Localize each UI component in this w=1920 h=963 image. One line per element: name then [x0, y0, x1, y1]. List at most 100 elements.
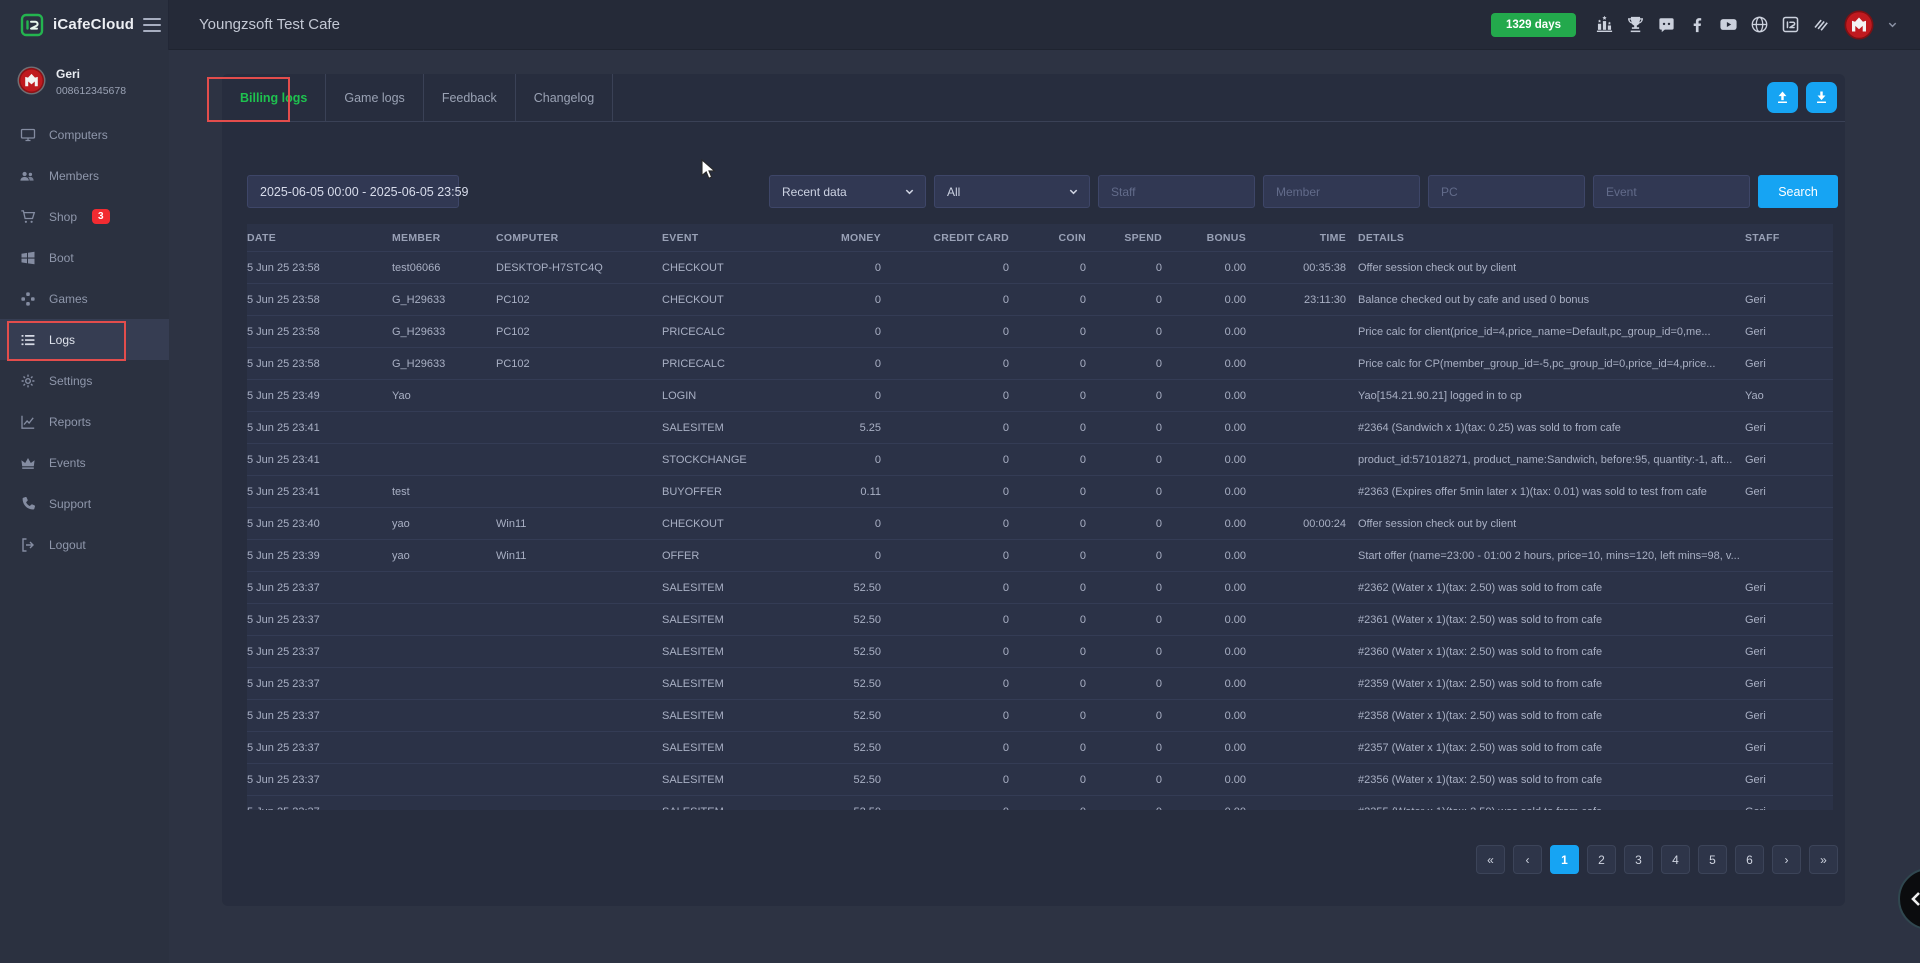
- tabs: Billing logs Game logs Feedback Changelo…: [222, 74, 613, 121]
- cell-staff: Geri: [1745, 486, 1833, 498]
- table-row: 5 Jun 25 23:37 SALESITEM 52.50 0 0 0 0.0…: [247, 763, 1833, 795]
- facebook-icon[interactable]: [1688, 15, 1707, 34]
- sidebar-item-label: Logout: [49, 538, 86, 552]
- ranking-icon[interactable]: [1595, 15, 1614, 34]
- page-button-nav-9[interactable]: ›: [1772, 845, 1801, 874]
- cell-bonus: 0.00: [1162, 326, 1246, 338]
- cell-credit-card: 0: [881, 486, 1009, 498]
- table-row: 5 Jun 25 23:37 SALESITEM 52.50 0 0 0 0.0…: [247, 571, 1833, 603]
- cell-time: 00:35:38: [1246, 262, 1346, 274]
- date-range-input[interactable]: 2025-06-05 00:00 - 2025-06-05 23:59: [247, 175, 459, 208]
- cell-details: Start offer (name=23:00 - 01:00 2 hours,…: [1346, 550, 1745, 562]
- cell-coin: 0: [1009, 710, 1086, 722]
- layers-icon[interactable]: [1812, 15, 1831, 34]
- page-button-6[interactable]: 6: [1735, 845, 1764, 874]
- page-button-nav-2[interactable]: ‹: [1513, 845, 1542, 874]
- table-row: 5 Jun 25 23:58 G_H29633 PC102 PRICECALC …: [247, 315, 1833, 347]
- cell-staff: Geri: [1745, 742, 1833, 754]
- cell-event: SALESITEM: [662, 678, 792, 690]
- cell-time: 23:11:30: [1246, 294, 1346, 306]
- search-button[interactable]: Search: [1758, 175, 1838, 208]
- cell-bonus: 0.00: [1162, 678, 1246, 690]
- cell-bonus: 0.00: [1162, 518, 1246, 530]
- page-button-4[interactable]: 4: [1661, 845, 1690, 874]
- cell-date: 5 Jun 25 23:37: [247, 774, 392, 786]
- sidebar-item-games[interactable]: Games: [0, 278, 169, 319]
- user-avatar-small[interactable]: [17, 66, 46, 95]
- sidebar-item-logout[interactable]: Logout: [0, 524, 169, 565]
- upload-button[interactable]: [1767, 82, 1798, 113]
- table-row: 5 Jun 25 23:39 yao Win11 OFFER 0 0 0 0 0…: [247, 539, 1833, 571]
- event-input[interactable]: [1593, 175, 1750, 208]
- page-button-3[interactable]: 3: [1624, 845, 1653, 874]
- youtube-icon[interactable]: [1719, 15, 1738, 34]
- tab-billing-logs[interactable]: Billing logs: [222, 74, 326, 121]
- cell-computer: Win11: [496, 518, 662, 530]
- sidebar-item-events[interactable]: Events: [0, 442, 169, 483]
- sidebar-item-boot[interactable]: Boot: [0, 237, 169, 278]
- cell-staff: Geri: [1745, 422, 1833, 434]
- cell-staff: Geri: [1745, 710, 1833, 722]
- sidebar-item-settings[interactable]: Settings: [0, 360, 169, 401]
- cell-credit-card: 0: [881, 582, 1009, 594]
- cell-credit-card: 0: [881, 358, 1009, 370]
- cell-credit-card: 0: [881, 646, 1009, 658]
- cell-date: 5 Jun 25 23:37: [247, 806, 392, 811]
- member-input[interactable]: [1263, 175, 1420, 208]
- icafecloud-box-icon[interactable]: [1781, 15, 1800, 34]
- staff-input[interactable]: [1098, 175, 1255, 208]
- cell-credit-card: 0: [881, 774, 1009, 786]
- cell-date: 5 Jun 25 23:41: [247, 454, 392, 466]
- page-button-nav-10[interactable]: »: [1809, 845, 1838, 874]
- discord-icon[interactable]: [1657, 15, 1676, 34]
- chevron-down-icon[interactable]: [1887, 19, 1898, 30]
- page-button-1[interactable]: 1: [1550, 845, 1579, 874]
- tab-changelog[interactable]: Changelog: [516, 74, 613, 121]
- trophy-icon[interactable]: [1626, 15, 1645, 34]
- cell-details: #2361 (Water x 1)(tax: 2.50) was sold to…: [1346, 614, 1745, 626]
- cell-bonus: 0.00: [1162, 582, 1246, 594]
- cell-computer: PC102: [496, 294, 662, 306]
- cell-coin: 0: [1009, 678, 1086, 690]
- cell-coin: 0: [1009, 262, 1086, 274]
- sidebar-item-computers[interactable]: Computers: [0, 114, 169, 155]
- tab-feedback[interactable]: Feedback: [424, 74, 516, 121]
- category-select[interactable]: All: [934, 175, 1090, 208]
- cell-bonus: 0.00: [1162, 358, 1246, 370]
- cell-coin: 0: [1009, 358, 1086, 370]
- sidebar-item-label: Shop: [49, 210, 77, 224]
- cell-spend: 0: [1086, 774, 1162, 786]
- tab-game-logs[interactable]: Game logs: [326, 74, 423, 121]
- sidebar-item-members[interactable]: Members: [0, 155, 169, 196]
- column-header: COMPUTER: [496, 232, 662, 244]
- sidebar-item-logs[interactable]: Logs: [0, 319, 169, 360]
- page-button-5[interactable]: 5: [1698, 845, 1727, 874]
- sidebar-user: Geri 008612345678: [0, 50, 169, 114]
- sidebar-item-reports[interactable]: Reports: [0, 401, 169, 442]
- page-button-2[interactable]: 2: [1587, 845, 1616, 874]
- days-badge[interactable]: 1329 days: [1491, 13, 1576, 37]
- user-avatar[interactable]: [1844, 10, 1874, 40]
- cell-date: 5 Jun 25 23:58: [247, 358, 392, 370]
- cell-bonus: 0.00: [1162, 486, 1246, 498]
- sidebar-item-shop[interactable]: Shop 3: [0, 196, 169, 237]
- column-header: TIME: [1246, 232, 1346, 244]
- cell-event: CHECKOUT: [662, 294, 792, 306]
- pc-input[interactable]: [1428, 175, 1585, 208]
- cell-spend: 0: [1086, 358, 1162, 370]
- cell-money: 5.25: [792, 422, 881, 434]
- cell-credit-card: 0: [881, 518, 1009, 530]
- globe-icon[interactable]: [1750, 15, 1769, 34]
- table-row: 5 Jun 25 23:37 SALESITEM 52.50 0 0 0 0.0…: [247, 635, 1833, 667]
- shop-count-badge: 3: [92, 209, 110, 224]
- date-preset-select[interactable]: Recent data: [769, 175, 926, 208]
- sidebar-item-support[interactable]: Support: [0, 483, 169, 524]
- hamburger-menu-icon[interactable]: [143, 18, 161, 32]
- page-button-nav-1[interactable]: «: [1476, 845, 1505, 874]
- download-button[interactable]: [1806, 82, 1837, 113]
- app: iCafeCloud Youngzsoft Test Cafe 1329 day…: [0, 0, 1920, 963]
- table-row: 5 Jun 25 23:37 SALESITEM 52.50 0 0 0 0.0…: [247, 795, 1833, 810]
- shop-icon: [19, 209, 36, 225]
- table-row: 5 Jun 25 23:58 G_H29633 PC102 CHECKOUT 0…: [247, 283, 1833, 315]
- cell-date: 5 Jun 25 23:49: [247, 390, 392, 402]
